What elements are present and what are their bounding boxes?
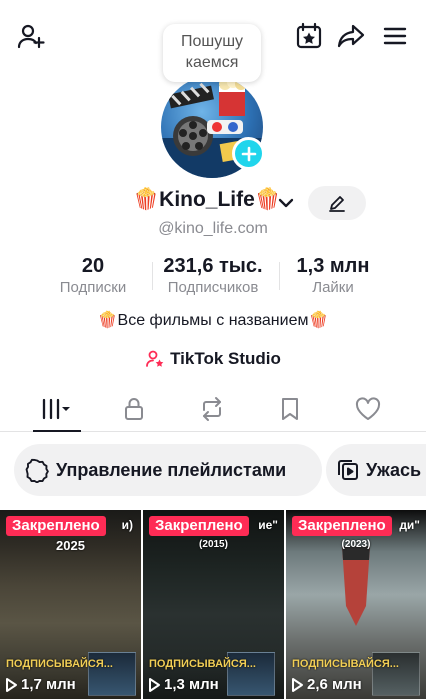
stat-divider: [279, 262, 280, 290]
username[interactable]: 🍿Kino_Life🍿: [133, 188, 281, 212]
video-thumbnail[interactable]: ие" (2015) Закреплено ПОДПИСЫВАЙСЯ... 1,…: [143, 510, 284, 699]
following-label: Подписки: [59, 279, 127, 296]
add-friend-icon[interactable]: [14, 20, 48, 54]
ship-illustration: [342, 546, 370, 626]
tab-saved[interactable]: [260, 388, 320, 430]
likes-stat[interactable]: 1,3 млн Лайки: [288, 254, 378, 298]
studio-person-icon: [146, 350, 164, 367]
profile-stats: 20 Подписки 231,6 тыс. Подписчиков 1,3 м…: [0, 254, 426, 300]
tiktok-studio-link[interactable]: TikTok Studio: [0, 346, 426, 372]
view-count-value: 1,3 млн: [164, 676, 219, 693]
video-year: (2015): [199, 539, 228, 550]
tab-private[interactable]: [104, 388, 164, 430]
tab-videos[interactable]: [27, 388, 87, 430]
video-year: 2025: [56, 538, 85, 553]
pencil-icon: [329, 196, 345, 212]
bookmark-icon: [282, 398, 298, 420]
heart-icon: [355, 397, 381, 420]
video-subtitle: ПОДПИСЫВАЙСЯ...: [292, 658, 399, 670]
active-tab-indicator: [33, 430, 81, 432]
tab-reposts[interactable]: [182, 388, 242, 430]
add-story-button[interactable]: [232, 137, 265, 170]
video-grid: и) 2025 Закреплено ПОДПИСЫВАЙСЯ... 1,7 м…: [0, 510, 426, 699]
pinned-badge: Закреплено: [149, 516, 249, 536]
profile-note-bubble[interactable]: Пошушу каемся: [163, 24, 261, 82]
video-year: (2023): [341, 539, 371, 550]
profile-tabs: [0, 388, 426, 432]
stat-divider: [152, 262, 153, 290]
playlist-chip-horror-label: Ужась: [366, 459, 422, 480]
following-stat[interactable]: 20 Подписки: [52, 254, 134, 298]
video-thumbnail[interactable]: и) 2025 Закреплено ПОДПИСЫВАЙСЯ... 1,7 м…: [0, 510, 141, 699]
followers-count: 231,6 тыс.: [163, 255, 263, 277]
user-handle: @kino_life.com: [158, 220, 268, 237]
share-icon[interactable]: [334, 19, 368, 53]
pinned-badge: Закреплено: [6, 516, 106, 536]
play-icon: [292, 677, 303, 692]
view-count: 1,7 млн: [4, 676, 76, 693]
video-subtitle: ПОДПИСЫВАЙСЯ...: [149, 658, 256, 670]
view-count: 2,6 млн: [290, 676, 362, 693]
manage-playlists-label: Управление плейлистами: [56, 459, 287, 480]
videos-grid-icon: [42, 398, 70, 420]
manage-playlists-button[interactable]: Управление плейлистами: [14, 444, 322, 496]
lock-icon: [125, 398, 143, 420]
view-count: 1,3 млн: [147, 676, 219, 693]
followers-label: Подписчиков: [167, 279, 259, 296]
plus-icon: [241, 146, 256, 161]
tab-liked[interactable]: [338, 388, 398, 430]
name-row: 🍿Kino_Life🍿: [0, 186, 426, 222]
play-icon: [149, 677, 160, 692]
video-thumbnail[interactable]: ди" (2023) Закреплено ПОДПИСЫВАЙСЯ... 2,…: [286, 510, 426, 699]
calendar-star-icon[interactable]: [292, 19, 326, 53]
playlist-chip-horror[interactable]: Ужась: [326, 444, 426, 496]
playlist-chips: Управление плейлистами Ужась: [0, 444, 426, 498]
edit-profile-button[interactable]: [308, 186, 366, 220]
playlist-icon: [338, 460, 358, 480]
play-icon: [6, 677, 17, 692]
menu-icon[interactable]: [378, 19, 412, 53]
view-count-value: 2,6 млн: [307, 676, 362, 693]
repost-icon: [203, 397, 221, 421]
tiktok-studio-label: TikTok Studio: [170, 349, 281, 368]
likes-label: Лайки: [312, 279, 354, 296]
gear-icon: [25, 458, 49, 483]
following-count: 20: [81, 255, 105, 277]
pinned-badge: Закреплено: [292, 516, 392, 536]
followers-stat[interactable]: 231,6 тыс. Подписчиков: [156, 254, 270, 298]
chevron-down-icon[interactable]: [277, 194, 295, 217]
likes-count: 1,3 млн: [296, 255, 370, 277]
view-count-value: 1,7 млн: [21, 676, 76, 693]
profile-bio: 🍿Все фильмы с названием🍿: [97, 312, 329, 329]
video-subtitle: ПОДПИСЫВАЙСЯ...: [6, 658, 113, 670]
